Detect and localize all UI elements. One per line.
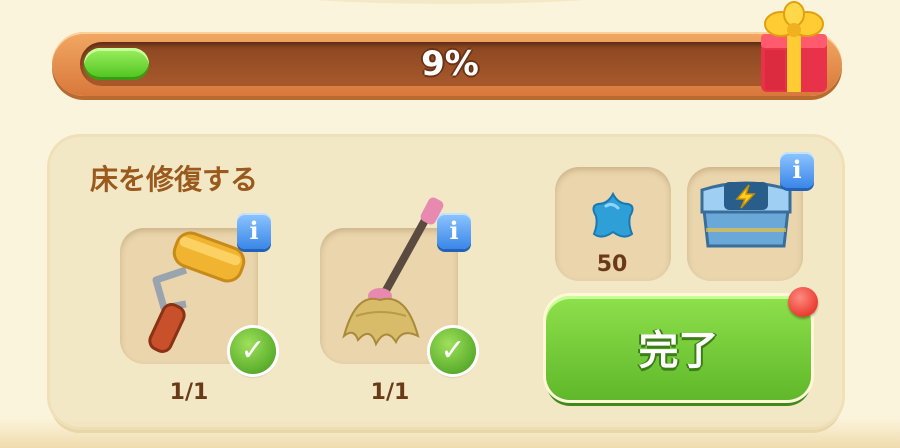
complete-button-label: 完了 [638, 328, 719, 374]
top-decoration [240, 0, 660, 4]
task-title: 床を修復する [90, 163, 259, 196]
blue-star-icon [592, 191, 634, 238]
roller-info-button[interactable]: i [237, 213, 271, 249]
notification-dot [788, 287, 818, 317]
gift-box-icon[interactable] [755, 0, 833, 96]
toolbox-info-button[interactable]: i [780, 152, 814, 188]
mop-info-button[interactable]: i [437, 213, 471, 249]
mop-count: 1/1 [370, 380, 410, 405]
roller-check-icon: ✓ [230, 328, 276, 374]
bottom-decoration [0, 418, 900, 448]
star-amount: 50 [596, 252, 628, 277]
roller-count: 1/1 [169, 380, 209, 405]
mop-check-icon: ✓ [430, 328, 476, 374]
